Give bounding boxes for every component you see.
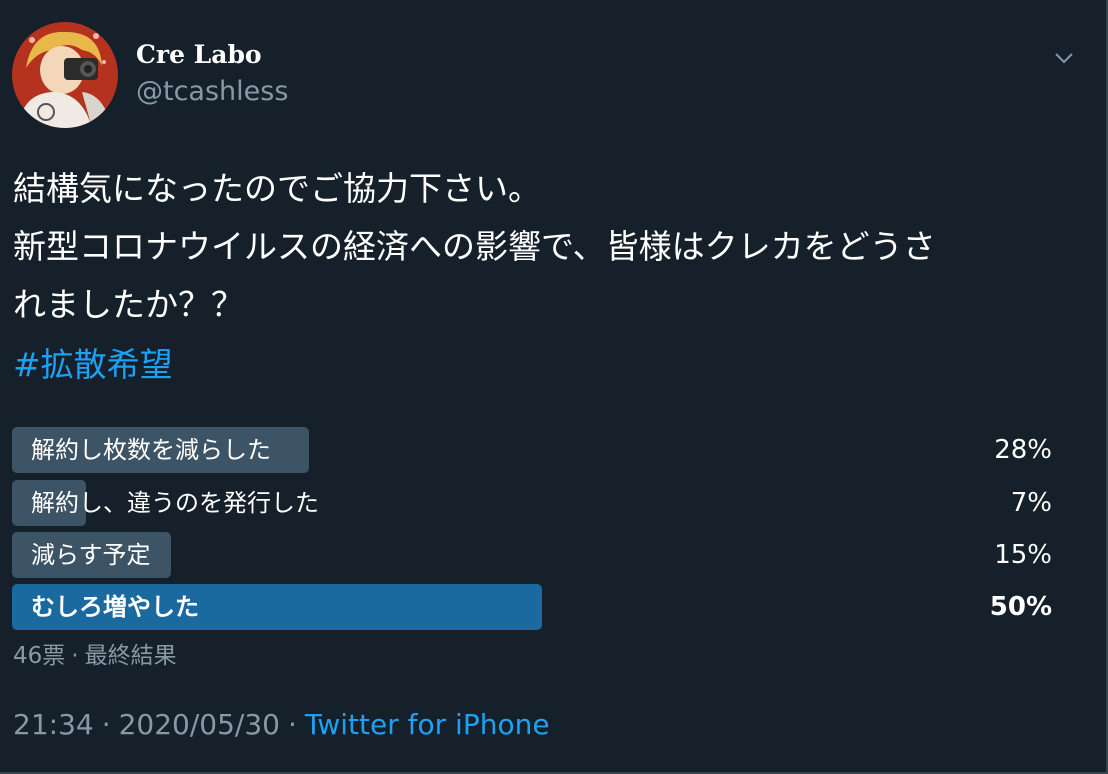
tweet-card: Cre Labo @tcashless 結構気になったのでご協力下さい。 新型コ… <box>0 0 1108 774</box>
tweet-footer: 21:34 · 2020/05/30 · Twitter for iPhone <box>13 708 550 741</box>
poll-votes: 46票 <box>13 643 66 669</box>
poll-option: 解約し枚数を減らした 28% <box>12 427 1052 473</box>
tweet-text-line: れましたか？？ <box>13 285 244 324</box>
poll-status: 最終結果 <box>84 643 177 669</box>
tweet-source-link[interactable]: Twitter for iPhone <box>305 708 550 741</box>
poll-option-label: 減らす予定 <box>31 541 151 569</box>
poll-option: 減らす予定 15% <box>12 532 1052 578</box>
display-name[interactable]: Cre Labo <box>136 40 262 69</box>
avatar-image <box>12 22 118 128</box>
user-handle[interactable]: @tcashless <box>136 76 288 107</box>
poll-option-label: 解約し、違うのを発行した <box>31 489 319 517</box>
poll-option: 解約し、違うのを発行した 7% <box>12 480 1052 526</box>
poll-option: むしろ増やした 50% <box>12 584 1052 630</box>
poll-meta: 46票 · 最終結果 <box>13 643 177 669</box>
poll-option-percent: 28% <box>994 435 1052 465</box>
tweet-text-line: 新型コロナウイルスの経済への影響で、皆様はクレカをどうさ <box>13 227 936 266</box>
tweet-date[interactable]: 2020/05/30 <box>119 708 280 741</box>
poll-option-label: 解約し枚数を減らした <box>31 436 271 464</box>
tweet-time[interactable]: 21:34 <box>13 708 94 741</box>
avatar[interactable] <box>12 22 118 128</box>
poll-option-percent: 50% <box>989 592 1052 622</box>
poll-option-percent: 7% <box>1010 488 1052 518</box>
hashtag-link[interactable]: #拡散希望 <box>13 336 173 394</box>
poll-option-label: むしろ増やした <box>31 593 199 621</box>
chevron-down-icon[interactable] <box>1050 44 1078 72</box>
tweet-text-line: 結構気になったのでご協力下さい。 <box>13 169 541 208</box>
tweet-text: 結構気になったのでご協力下さい。 新型コロナウイルスの経済への影響で、皆様はクレ… <box>13 160 1073 334</box>
poll-option-percent: 15% <box>994 540 1052 570</box>
